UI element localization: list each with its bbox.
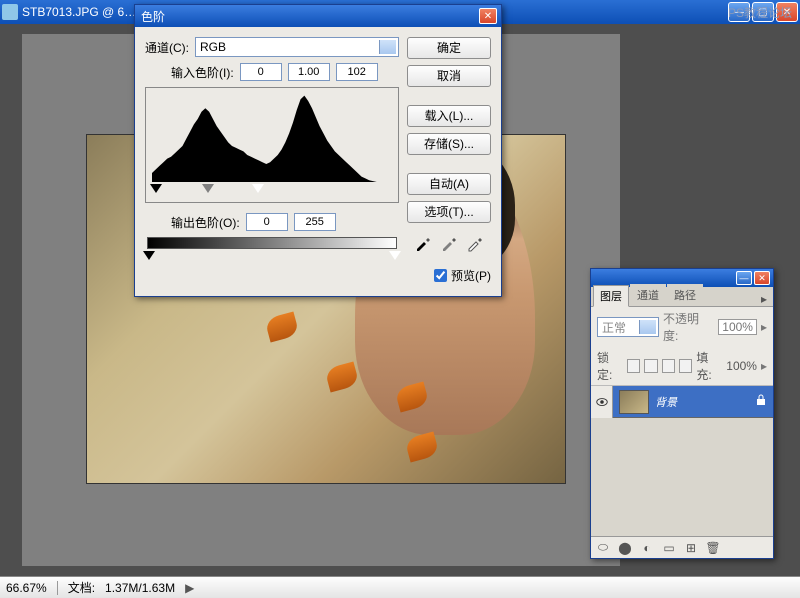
layer-list[interactable]: 背景 — [591, 386, 773, 536]
options-button[interactable]: 选项(T)... — [407, 201, 491, 223]
channel-label: 通道(C): — [145, 39, 189, 56]
channel-select[interactable]: RGB — [195, 37, 399, 57]
lock-image-icon[interactable] — [644, 359, 657, 373]
layers-panel: — ✕ 图层 通道 路径 历史记录 动作 ▸ 正常 不透明度: 100% ▸ 锁… — [590, 268, 774, 559]
new-layer-icon[interactable]: ⊞ — [683, 540, 699, 556]
fill-label: 填充: — [696, 349, 722, 383]
fill-field[interactable]: 100% — [726, 359, 757, 373]
opacity-arrow-icon[interactable]: ▸ — [761, 320, 767, 334]
image-content — [394, 382, 429, 413]
gamma-handle[interactable] — [202, 184, 214, 193]
output-black-field[interactable]: 0 — [246, 213, 288, 231]
layer-thumbnail[interactable] — [619, 390, 649, 414]
blend-mode-value: 正常 — [602, 319, 626, 336]
opacity-label: 不透明度: — [663, 310, 714, 344]
layer-row[interactable]: 背景 — [591, 386, 773, 418]
dialog-close-button[interactable]: ✕ — [479, 8, 497, 24]
layer-name[interactable]: 背景 — [655, 394, 755, 410]
input-black-field[interactable]: 0 — [240, 63, 282, 81]
white-point-handle[interactable] — [252, 184, 264, 193]
chevron-down-icon — [384, 45, 392, 53]
dialog-titlebar[interactable]: 色阶 ✕ — [135, 5, 501, 27]
eyedropper-gray-icon[interactable] — [439, 233, 459, 253]
layer-style-icon[interactable]: ⬤ — [617, 540, 633, 556]
panel-tabs: 图层 通道 路径 历史记录 动作 ▸ — [591, 287, 773, 307]
channel-value: RGB — [200, 40, 226, 54]
cancel-button[interactable]: 取消 — [407, 65, 491, 87]
lock-position-icon[interactable] — [662, 359, 675, 373]
visibility-toggle[interactable] — [591, 386, 613, 418]
output-black-handle[interactable] — [143, 251, 155, 260]
fill-arrow-icon[interactable]: ▸ — [761, 359, 767, 373]
load-button[interactable]: 载入(L)... — [407, 105, 491, 127]
panel-close-button[interactable]: ✕ — [754, 271, 770, 285]
preview-label: 预览(P) — [451, 267, 491, 284]
dialog-title: 色阶 — [139, 8, 479, 25]
output-white-field[interactable]: 255 — [294, 213, 336, 231]
panel-menu-icon[interactable]: ▸ — [755, 292, 773, 306]
lock-all-icon[interactable] — [679, 359, 692, 373]
input-levels-label: 输入色阶(I): — [171, 64, 234, 81]
app-icon — [2, 4, 18, 20]
image-content — [264, 312, 299, 343]
auto-button[interactable]: 自动(A) — [407, 173, 491, 195]
status-bar: 66.67% 文档: 1.37M/1.63M ▶ — [0, 576, 800, 598]
lock-label: 锁定: — [597, 349, 623, 383]
blend-mode-select[interactable]: 正常 — [597, 317, 659, 337]
zoom-level[interactable]: 66.67% — [6, 581, 47, 595]
ok-button[interactable]: 确定 — [407, 37, 491, 59]
link-layers-icon[interactable]: ⬭ — [595, 540, 611, 556]
levels-dialog: 色阶 ✕ 通道(C): RGB 输入色阶(I): 0 1.00 102 — [134, 4, 502, 297]
input-slider[interactable] — [154, 184, 390, 198]
preview-check-input[interactable] — [434, 269, 447, 282]
panel-minimize-button[interactable]: — — [736, 271, 752, 285]
image-content — [404, 432, 439, 463]
doc-size-label: 文档: — [68, 579, 95, 596]
histogram — [152, 92, 392, 182]
tab-channels[interactable]: 通道 — [630, 284, 666, 306]
status-menu-icon[interactable]: ▶ — [185, 581, 194, 595]
eyedropper-white-icon[interactable] — [465, 233, 485, 253]
doc-size-value: 1.37M/1.63M — [105, 581, 175, 595]
histogram-panel — [145, 87, 399, 203]
layer-mask-icon[interactable]: ◐ — [639, 540, 655, 556]
panel-footer: ⬭ ⬤ ◐ ▭ ⊞ 🗑 — [591, 536, 773, 558]
input-white-field[interactable]: 102 — [336, 63, 378, 81]
lock-icon — [755, 394, 767, 409]
opacity-field[interactable]: 100% — [718, 319, 757, 335]
save-button[interactable]: 存储(S)... — [407, 133, 491, 155]
lock-transparency-icon[interactable] — [627, 359, 640, 373]
eyedropper-black-icon[interactable] — [413, 233, 433, 253]
tab-paths[interactable]: 路径 — [667, 284, 703, 306]
image-content — [324, 362, 359, 393]
chevron-down-icon — [644, 325, 652, 333]
output-white-handle[interactable] — [389, 251, 401, 260]
output-levels-label: 输出色阶(O): — [171, 214, 240, 231]
delete-layer-icon[interactable]: 🗑 — [705, 540, 721, 556]
new-group-icon[interactable]: ▭ — [661, 540, 677, 556]
output-slider[interactable] — [147, 251, 397, 265]
left-gutter — [0, 24, 22, 576]
tab-layers[interactable]: 图层 — [593, 285, 629, 307]
output-gradient — [147, 237, 397, 249]
input-gamma-field[interactable]: 1.00 — [288, 63, 330, 81]
black-point-handle[interactable] — [150, 184, 162, 193]
preview-checkbox[interactable]: 预览(P) — [407, 267, 491, 284]
